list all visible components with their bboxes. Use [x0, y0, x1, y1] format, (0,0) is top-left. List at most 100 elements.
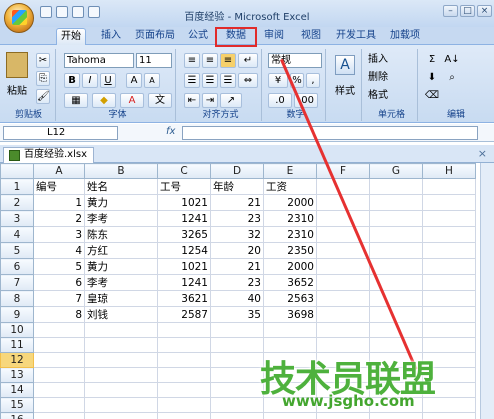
- find-select-icon[interactable]: ⌕: [443, 71, 461, 86]
- cell[interactable]: 20: [210, 242, 264, 259]
- cell[interactable]: [210, 397, 264, 413]
- align-right-icon[interactable]: ☰: [220, 73, 236, 88]
- cell[interactable]: [157, 322, 211, 338]
- cell[interactable]: [422, 290, 476, 307]
- cell[interactable]: [33, 397, 85, 413]
- cell[interactable]: [157, 367, 211, 383]
- cell[interactable]: [157, 412, 211, 419]
- cell[interactable]: 35: [210, 306, 264, 323]
- cell[interactable]: 陈东: [84, 226, 158, 243]
- cell[interactable]: [157, 337, 211, 353]
- cell[interactable]: 6: [33, 274, 85, 291]
- fill-icon[interactable]: ⬇: [423, 71, 441, 86]
- row-header[interactable]: 16: [0, 412, 34, 419]
- cell[interactable]: 5: [33, 258, 85, 275]
- row-header[interactable]: 6: [0, 258, 34, 275]
- cell[interactable]: 32: [210, 226, 264, 243]
- cell[interactable]: 23: [210, 210, 264, 227]
- office-button[interactable]: [4, 3, 34, 33]
- cell[interactable]: [369, 290, 423, 307]
- row-header[interactable]: 4: [0, 226, 34, 243]
- cell[interactable]: 2310: [263, 210, 317, 227]
- cell[interactable]: 工资: [263, 178, 317, 195]
- cell[interactable]: 3: [33, 226, 85, 243]
- cell[interactable]: 2563: [263, 290, 317, 307]
- comma-button[interactable]: ,: [306, 73, 320, 88]
- cell[interactable]: 方红: [84, 242, 158, 259]
- cell[interactable]: 皇琼: [84, 290, 158, 307]
- cell[interactable]: 1241: [157, 274, 211, 291]
- cell[interactable]: [210, 412, 264, 419]
- tab-home[interactable]: 开始: [56, 28, 86, 45]
- close-workbook-icon[interactable]: ×: [478, 147, 487, 160]
- row-header[interactable]: 15: [0, 397, 34, 413]
- cell[interactable]: 2000: [263, 194, 317, 211]
- formula-input[interactable]: [182, 126, 478, 140]
- cell[interactable]: [369, 226, 423, 243]
- cell[interactable]: [422, 306, 476, 323]
- cell[interactable]: [316, 306, 370, 323]
- cell[interactable]: 李考: [84, 210, 158, 227]
- fill-color-icon[interactable]: ◆: [92, 93, 116, 108]
- tab-view[interactable]: 视图: [296, 28, 326, 45]
- cell[interactable]: 1021: [157, 258, 211, 275]
- align-center-icon[interactable]: ☰: [202, 73, 218, 88]
- cell[interactable]: [84, 322, 158, 338]
- autosum-button[interactable]: Σ: [423, 53, 441, 68]
- cell[interactable]: 编号: [33, 178, 85, 195]
- grow-font-button[interactable]: A: [126, 73, 142, 88]
- cell[interactable]: 刘钱: [84, 306, 158, 323]
- minimize-button[interactable]: –: [443, 5, 458, 17]
- cell[interactable]: 2350: [263, 242, 317, 259]
- cell[interactable]: [422, 178, 476, 195]
- column-header[interactable]: B: [84, 163, 158, 179]
- cell[interactable]: [210, 322, 264, 338]
- row-header[interactable]: 14: [0, 382, 34, 398]
- format-painter-icon[interactable]: 🖌: [36, 89, 50, 104]
- cell[interactable]: [84, 397, 158, 413]
- cell[interactable]: [84, 352, 158, 368]
- align-top-icon[interactable]: ≡: [184, 53, 200, 68]
- cell[interactable]: 工号: [157, 178, 211, 195]
- name-box[interactable]: L12: [3, 126, 118, 140]
- cell[interactable]: [84, 382, 158, 398]
- cell[interactable]: 2000: [263, 258, 317, 275]
- cell[interactable]: [84, 337, 158, 353]
- cell[interactable]: [210, 337, 264, 353]
- tab-formulas[interactable]: 公式: [184, 28, 212, 45]
- styles-icon[interactable]: A: [335, 55, 355, 75]
- cell[interactable]: [33, 337, 85, 353]
- paste-label[interactable]: 粘贴: [3, 82, 31, 97]
- tab-page-layout[interactable]: 页面布局: [131, 28, 179, 45]
- cell[interactable]: [210, 352, 264, 368]
- cell[interactable]: [33, 367, 85, 383]
- format-cells-button[interactable]: 格式: [368, 89, 414, 104]
- insert-function-button[interactable]: fx: [166, 126, 175, 137]
- row-header[interactable]: 8: [0, 290, 34, 307]
- column-header[interactable]: F: [316, 163, 370, 179]
- cell[interactable]: [33, 382, 85, 398]
- tab-addins[interactable]: 加载项: [385, 28, 425, 45]
- cell[interactable]: [84, 412, 158, 419]
- decrease-indent-icon[interactable]: ⇤: [184, 93, 200, 108]
- cell[interactable]: [33, 412, 85, 419]
- column-header[interactable]: D: [210, 163, 264, 179]
- cell[interactable]: 年龄: [210, 178, 264, 195]
- cell[interactable]: [316, 258, 370, 275]
- maximize-button[interactable]: □: [460, 5, 475, 17]
- cell[interactable]: [157, 352, 211, 368]
- vertical-scrollbar[interactable]: [480, 163, 494, 419]
- sort-filter-icon[interactable]: A↓: [443, 53, 461, 68]
- copy-icon[interactable]: ⎘: [36, 71, 50, 86]
- cell[interactable]: [369, 412, 423, 419]
- cell[interactable]: 2310: [263, 226, 317, 243]
- align-bottom-icon[interactable]: ≡: [220, 53, 236, 68]
- cell[interactable]: 李考: [84, 274, 158, 291]
- cell[interactable]: [369, 194, 423, 211]
- cell[interactable]: [422, 226, 476, 243]
- cell[interactable]: [157, 397, 211, 413]
- increase-decimal-icon[interactable]: .0: [268, 93, 292, 108]
- cell[interactable]: 3652: [263, 274, 317, 291]
- cell[interactable]: 2587: [157, 306, 211, 323]
- cell[interactable]: 黄力: [84, 258, 158, 275]
